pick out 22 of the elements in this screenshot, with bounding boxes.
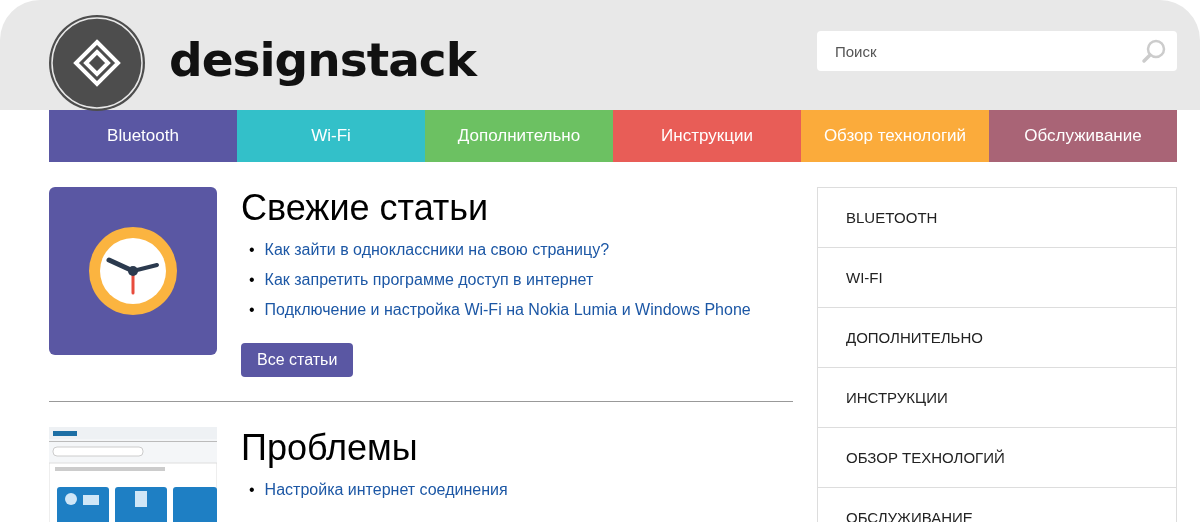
clock-icon — [89, 227, 177, 315]
bullet-marker: • — [249, 300, 255, 320]
nav-tab[interactable]: Обслуживание — [989, 110, 1177, 162]
article-link[interactable]: Настройка интернет соединения — [264, 475, 508, 505]
site-logo-text[interactable]: designstack — [169, 31, 817, 87]
sidebar-item[interactable]: WI-FI — [818, 248, 1176, 308]
sidebar-item[interactable]: ОБЗОР ТЕХНОЛОГИЙ — [818, 428, 1176, 488]
nav-tab[interactable]: Bluetooth — [49, 110, 237, 162]
logo-icon[interactable] — [48, 14, 146, 112]
article-link[interactable]: Как запретить программе доступ в интернет — [264, 265, 594, 295]
sidebar-item[interactable]: ДОПОЛНИТЕЛЬНО — [818, 308, 1176, 368]
search-field[interactable]: Поиск — [817, 31, 1177, 71]
article-link[interactable]: Подключение и настройка Wi-Fi на Nokia Lumia и Windows Phone — [264, 295, 751, 325]
bullet-marker: • — [249, 270, 255, 290]
sidebar-item[interactable]: ИНСТРУКЦИИ — [818, 368, 1176, 428]
section-heading: Проблемы — [241, 427, 419, 469]
sidebar-item[interactable]: BLUETOOTH — [818, 188, 1176, 248]
article-link[interactable]: Как зайти в одноклассники на свою страницу? — [264, 235, 610, 265]
section-heading: Свежие статьи — [241, 187, 490, 229]
all-articles-button[interactable]: Все статьи — [241, 343, 354, 377]
bullet-marker: • — [249, 240, 255, 260]
bullet-marker: • — [249, 480, 255, 500]
